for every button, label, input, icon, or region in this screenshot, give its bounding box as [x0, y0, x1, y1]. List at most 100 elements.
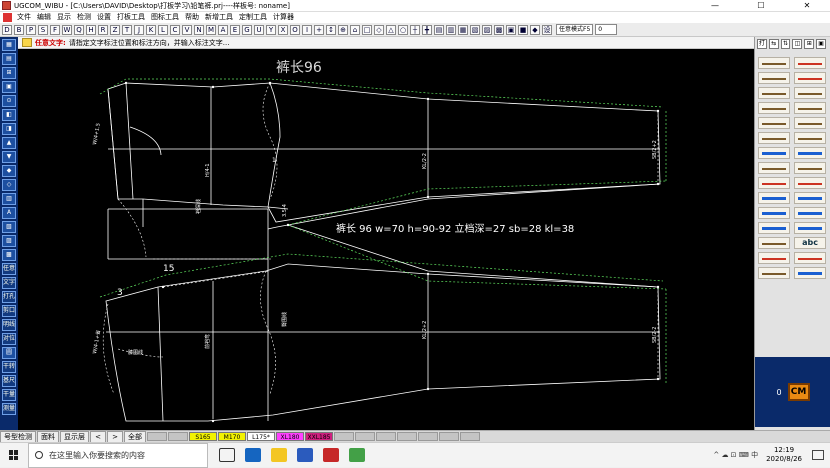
left-tool-button[interactable]: ▩: [2, 249, 16, 261]
arc-tool[interactable]: [794, 87, 826, 99]
menu-calculator[interactable]: 计算器: [270, 12, 297, 23]
toolbar-button[interactable]: E: [230, 24, 240, 35]
ugcom-icon[interactable]: [323, 448, 339, 462]
value-input[interactable]: 0: [595, 24, 618, 35]
toolbar-button[interactable]: ⊕: [338, 24, 348, 35]
toolbar-button[interactable]: M: [206, 24, 216, 35]
scissors-tool[interactable]: [758, 132, 790, 144]
toolbar-button[interactable]: Y: [266, 24, 276, 35]
notification-icon[interactable]: [812, 450, 824, 460]
right-top-tool-button[interactable]: ⇅: [780, 39, 791, 49]
word-icon[interactable]: [297, 448, 313, 462]
toolbar-button[interactable]: ⌂: [350, 24, 360, 35]
rotate-tool[interactable]: [758, 207, 790, 219]
corner-tool[interactable]: [794, 162, 826, 174]
left-tool-button[interactable]: A: [2, 207, 16, 219]
piece-tool[interactable]: [758, 192, 790, 204]
taskbar-search-input[interactable]: 在这里输入你要搜索的内容: [28, 442, 208, 468]
folder-icon[interactable]: [271, 448, 287, 462]
mirror-tool[interactable]: [794, 207, 826, 219]
dart-tool[interactable]: [758, 102, 790, 114]
right-top-tool-button[interactable]: ⇆: [768, 39, 779, 49]
left-tool-button[interactable]: 文字: [2, 277, 16, 289]
left-tool-button[interactable]: ◆: [2, 165, 16, 177]
toolbar-button[interactable]: K: [146, 24, 156, 35]
left-tool-button[interactable]: ▥: [2, 193, 16, 205]
menu-pattern-tools[interactable]: 打板工具: [114, 12, 148, 23]
toolbar-button[interactable]: G: [242, 24, 252, 35]
toolbar-button[interactable]: ↕: [326, 24, 336, 35]
menu-custom-tools[interactable]: 定制工具: [236, 12, 270, 23]
toolbar-button[interactable]: L: [158, 24, 168, 35]
fold-tool[interactable]: [758, 117, 790, 129]
toolbar-button[interactable]: ┼: [410, 24, 420, 35]
toolbar-button[interactable]: ▥: [446, 24, 456, 35]
left-tool-button[interactable]: 圆: [2, 347, 16, 359]
toolbar-button[interactable]: X: [278, 24, 288, 35]
shape-tool[interactable]: [758, 237, 790, 249]
toolbar-button[interactable]: U: [254, 24, 264, 35]
left-tool-button[interactable]: ◇: [2, 179, 16, 191]
toolbar-button[interactable]: ▩: [494, 24, 504, 35]
toolbar-button[interactable]: H: [86, 24, 96, 35]
tab-fabric[interactable]: 面料: [37, 430, 59, 443]
size-s165[interactable]: S165: [189, 432, 217, 441]
toolbar-button[interactable]: D: [2, 24, 12, 35]
toolbar-button[interactable]: ◇: [374, 24, 384, 35]
left-tool-button[interactable]: ▨: [2, 235, 16, 247]
toolbar-button[interactable]: F: [50, 24, 60, 35]
wechat-icon[interactable]: [349, 448, 365, 462]
right-top-tool-button[interactable]: ◫: [792, 39, 803, 49]
left-tool-button[interactable]: ⊞: [2, 67, 16, 79]
toolbar-button[interactable]: ╋: [422, 24, 432, 35]
toolbar-button[interactable]: △: [386, 24, 396, 35]
pleat-tool[interactable]: [794, 102, 826, 114]
next-button[interactable]: >: [107, 430, 123, 443]
menu-help[interactable]: 帮助: [182, 12, 202, 23]
wave-tool[interactable]: [794, 147, 826, 159]
toolbar-button[interactable]: Z: [110, 24, 120, 35]
toolbar-button[interactable]: ▣: [506, 24, 516, 35]
clock[interactable]: 12:19 2020/8/26: [766, 446, 802, 464]
triangle-tool[interactable]: [758, 252, 790, 264]
left-tool-button[interactable]: 明线: [2, 319, 16, 331]
close-button[interactable]: ✕: [784, 0, 830, 12]
toolbar-button[interactable]: ▦: [458, 24, 468, 35]
text-tool[interactable]: abc: [794, 237, 826, 249]
stitch-tool[interactable]: [794, 267, 826, 279]
piece-copy-tool[interactable]: [794, 192, 826, 204]
toolbar-button[interactable]: ▨: [482, 24, 492, 35]
size-xxl185[interactable]: XXL185: [305, 432, 333, 441]
add-point-tool[interactable]: [758, 147, 790, 159]
left-tool-button[interactable]: ▣: [2, 81, 16, 93]
prev-button[interactable]: <: [90, 430, 106, 443]
left-tool-button[interactable]: 剪口: [2, 305, 16, 317]
toolbar-button[interactable]: T: [122, 24, 132, 35]
toolbar-button[interactable]: ▤: [434, 24, 444, 35]
maximize-button[interactable]: ☐: [738, 0, 784, 12]
curve-tool[interactable]: [794, 72, 826, 84]
toolbar-button[interactable]: R: [98, 24, 108, 35]
menu-new-tools[interactable]: 新增工具: [202, 12, 236, 23]
menu-settings[interactable]: 设置: [94, 12, 114, 23]
left-tool-button[interactable]: 干量: [2, 389, 16, 401]
menu-icon-tools[interactable]: 图标工具: [148, 12, 182, 23]
toolbar-button[interactable]: C: [170, 24, 180, 35]
toolbar-button[interactable]: O: [290, 24, 300, 35]
toolbar-button[interactable]: ▧: [470, 24, 480, 35]
mark-tool[interactable]: [758, 222, 790, 234]
left-tool-button[interactable]: ◧: [2, 109, 16, 121]
cm-unit-button[interactable]: CM: [787, 383, 810, 401]
tab-layers[interactable]: 显示层: [60, 430, 89, 443]
toolbar-button[interactable]: B: [14, 24, 24, 35]
measure-tool[interactable]: [794, 252, 826, 264]
toolbar-button[interactable]: ◆: [530, 24, 540, 35]
left-tool-button[interactable]: ⊙: [2, 95, 16, 107]
mode-select[interactable]: 任意模式F5: [556, 24, 594, 35]
left-tool-button[interactable]: 打孔: [2, 291, 16, 303]
line-tool[interactable]: [758, 72, 790, 84]
toolbar-button[interactable]: J: [134, 24, 144, 35]
toolbar-button[interactable]: V: [182, 24, 192, 35]
toolbar-button[interactable]: N: [194, 24, 204, 35]
left-tool-button[interactable]: ▼: [2, 151, 16, 163]
